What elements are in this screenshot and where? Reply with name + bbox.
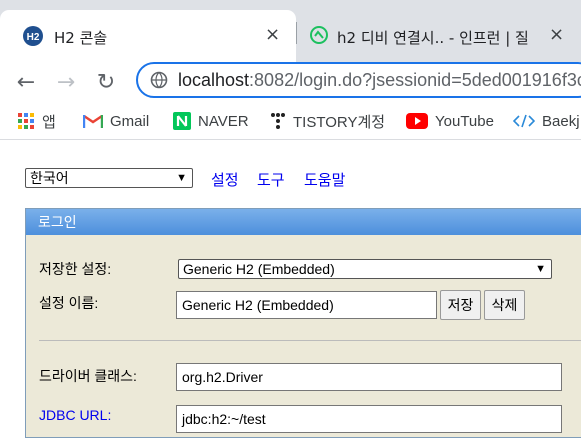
close-tab-icon[interactable]: × [549, 24, 564, 45]
setting-name-input[interactable]: Generic H2 (Embedded) [176, 291, 437, 319]
bookmark-youtube[interactable]: YouTube [406, 109, 494, 133]
delete-button[interactable]: 삭제 [484, 290, 525, 320]
browser-toolbar: ← → ↻ localhost:8082/login.do?jsessionid… [0, 62, 581, 102]
bookmark-apps[interactable]: 앱 [17, 109, 56, 133]
gmail-icon [83, 115, 103, 128]
reload-icon[interactable]: ↻ [92, 68, 120, 96]
bookmark-label: Gmail [110, 112, 150, 130]
code-icon [513, 114, 535, 128]
bookmark-label: TISTORY계정 [293, 113, 386, 131]
tab-inflearn[interactable]: h2 디비 연결시.. - 인프런 | 질 × [297, 10, 581, 62]
inflearn-favicon-icon [310, 26, 328, 44]
chevron-down-icon: ▼ [176, 172, 187, 184]
language-value: 한국어 [30, 170, 69, 186]
bookmark-tistory[interactable]: TISTORY계정 [270, 109, 385, 133]
jdbc-url-input[interactable]: jdbc:h2:~/test [176, 405, 562, 433]
naver-icon [173, 112, 191, 130]
h2-console-page: 한국어 ▼ 설정 도구 도움말 로그인 저장한 설정: Generic H2 (… [0, 140, 581, 438]
bookmark-label: YouTube [435, 112, 494, 130]
divider [39, 340, 581, 341]
back-arrow-icon[interactable]: ← [12, 68, 40, 96]
bookmark-naver[interactable]: NAVER [173, 109, 249, 133]
language-select[interactable]: 한국어 ▼ [25, 168, 193, 188]
jdbc-url-label[interactable]: JDBC URL: [39, 407, 111, 423]
settings-link[interactable]: 설정 [211, 169, 239, 190]
youtube-icon [406, 113, 428, 129]
driver-class-input[interactable]: org.h2.Driver [176, 363, 562, 391]
tools-link[interactable]: 도구 [257, 169, 285, 190]
chevron-down-icon: ▼ [535, 263, 546, 275]
address-bar[interactable]: localhost:8082/login.do?jsessionid=5ded0… [136, 62, 581, 98]
bookmark-label: 앱 [42, 113, 56, 131]
driver-class-label: 드라이버 클래스: [39, 368, 137, 384]
forward-arrow-icon[interactable]: → [52, 68, 80, 96]
bookmarks-bar: 앱 Gmail NAVER TISTORY계정 YouTube Baekj [0, 103, 581, 140]
svg-text:H2: H2 [27, 32, 40, 43]
close-tab-icon[interactable]: × [265, 24, 280, 45]
site-info-icon [150, 71, 168, 89]
bookmark-label: Baekj [542, 112, 580, 130]
help-link[interactable]: 도움말 [304, 169, 345, 190]
login-header: 로그인 [26, 209, 581, 235]
bookmark-label: NAVER [198, 112, 249, 130]
login-panel: 로그인 저장한 설정: Generic H2 (Embedded) ▼ 설정 이… [25, 208, 581, 438]
tab-title: H2 콘솔 [54, 29, 108, 47]
url-path: :8082/login.do?jsessionid=5ded001916f3c4 [249, 70, 581, 90]
url-host: localhost [178, 70, 250, 90]
saved-settings-label: 저장한 설정: [39, 261, 112, 277]
h2-favicon-icon: H2 [23, 26, 43, 46]
tab-strip: H2 H2 콘솔 × h2 디비 연결시.. - 인프런 | 질 × [0, 0, 581, 62]
bookmark-gmail[interactable]: Gmail [83, 109, 149, 133]
setting-name-label: 설정 이름: [39, 295, 99, 311]
tistory-icon [271, 113, 285, 129]
saved-settings-value: Generic H2 (Embedded) [183, 261, 335, 277]
tab-title: h2 디비 연결시.. - 인프런 | 질 [337, 29, 529, 47]
apps-grid-icon [18, 113, 34, 129]
saved-settings-select[interactable]: Generic H2 (Embedded) ▼ [178, 259, 552, 279]
bookmark-baekjoon[interactable]: Baekj [513, 109, 580, 133]
tab-h2-console[interactable]: H2 H2 콘솔 × [0, 10, 296, 62]
save-button[interactable]: 저장 [440, 290, 481, 320]
url-text: localhost:8082/login.do?jsessionid=5ded0… [178, 70, 581, 91]
